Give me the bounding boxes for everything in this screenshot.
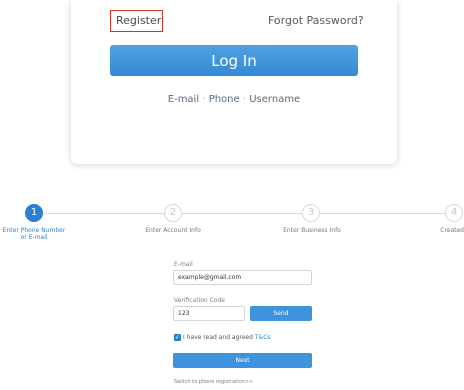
step-4-label: Created — [440, 227, 464, 234]
method-email[interactable]: E-mail — [168, 94, 199, 105]
switch-to-phone-link[interactable]: Switch to phone registration>> — [174, 379, 253, 385]
register-link[interactable]: Register — [110, 10, 163, 32]
step-3-circle: 3 — [302, 204, 320, 222]
agree-label: I have read and agreed — [183, 334, 253, 341]
stepper-line — [320, 213, 445, 214]
forgot-password-link[interactable]: Forgot Password? — [268, 14, 364, 27]
email-input[interactable]: example@gmail.com — [173, 270, 312, 285]
step-2-circle: 2 — [164, 204, 182, 222]
next-button[interactable]: Next — [173, 353, 312, 368]
tcs-link[interactable]: T&Cs — [255, 334, 271, 341]
login-methods: E-mail · Phone · Username — [110, 94, 358, 105]
method-username[interactable]: Username — [249, 94, 300, 105]
send-code-button[interactable]: Send — [250, 306, 312, 321]
step-3-label: Enter Business Info — [283, 227, 341, 234]
verification-code-label: Verification Code — [174, 297, 225, 304]
agree-checkbox[interactable]: ✓ — [174, 334, 181, 341]
method-phone[interactable]: Phone — [209, 94, 240, 105]
step-2-label: Enter Account Info — [145, 227, 201, 234]
email-label: E-mail — [174, 261, 193, 268]
step-1-label: Enter Phone Number or E-mail — [2, 227, 66, 241]
step-4-circle: 4 — [445, 204, 463, 222]
step-1-circle: 1 — [25, 204, 43, 222]
stepper-line — [44, 213, 164, 214]
verification-code-input[interactable]: 123 — [173, 306, 245, 321]
login-button[interactable]: Log In — [110, 45, 358, 76]
method-separator: · — [202, 94, 206, 105]
stepper-line — [182, 213, 302, 214]
agree-text: I have read and agreed T&Cs — [183, 334, 271, 341]
method-separator: · — [242, 94, 247, 105]
